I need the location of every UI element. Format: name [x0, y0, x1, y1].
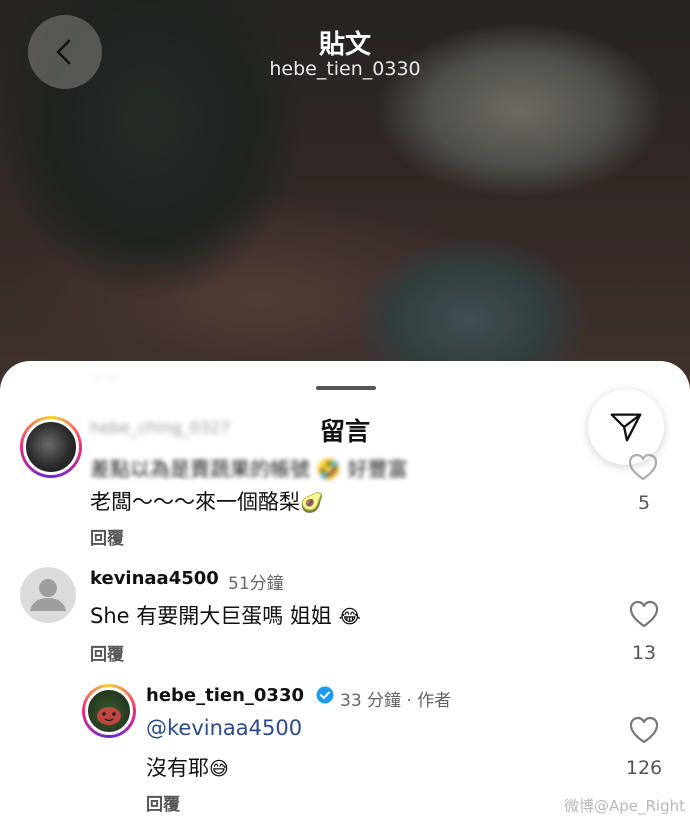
like-count: 5: [637, 492, 651, 514]
watermark: 微博@Ape_Right: [564, 797, 686, 815]
verified-badge-icon: [316, 686, 334, 704]
comment-timestamp: 51分鐘: [228, 574, 284, 594]
avatar[interactable]: [82, 684, 136, 738]
heart-icon[interactable]: [629, 716, 659, 744]
sheet-drag-handle[interactable]: [316, 386, 376, 390]
avatar-image: [85, 687, 133, 735]
avatar-image: [23, 419, 79, 475]
reply-button[interactable]: 回覆: [90, 640, 124, 665]
laughing-emoji: 😂: [338, 606, 361, 628]
comment-time: 33 分鐘: [340, 691, 402, 711]
heart-icon[interactable]: [629, 600, 659, 628]
comment-body: 沒有耶: [146, 756, 209, 780]
comment-blurred-part: 差點以為是賣蔬果的帳號: [90, 457, 310, 481]
heart-icon[interactable]: [628, 453, 658, 481]
comment-username[interactable]: hebe_ching_0327: [90, 418, 230, 437]
comment-text: 沒有耶😅: [146, 752, 229, 782]
reply-button[interactable]: 回覆: [146, 790, 180, 815]
avatar[interactable]: [20, 567, 76, 623]
comment-username[interactable]: kevinaa4500: [90, 568, 219, 589]
comment-body: 老闆～～～來一個酪梨: [90, 490, 300, 514]
reply-button[interactable]: 回覆: [90, 524, 124, 549]
comment-text: She 有要開大巨蛋嗎 姐姐 😂: [90, 600, 361, 630]
watermelon-face-icon: [97, 707, 121, 725]
blurred-previous-text: ‧‧ ‧‧: [92, 370, 118, 389]
comment-body: She 有要開大巨蛋嗎 姐姐: [90, 604, 332, 628]
page-title: 貼文: [318, 30, 371, 60]
emoji: 🤣: [316, 457, 342, 481]
comment-username[interactable]: hebe_tien_0330: [146, 685, 304, 706]
default-avatar-icon: [30, 579, 66, 611]
author-label: ‧ 作者: [406, 691, 452, 711]
avocado-emoji: 🥑: [300, 492, 324, 514]
comment-text: 老闆～～～來一個酪梨🥑: [90, 486, 324, 516]
comment-timestamp: 33 分鐘 ‧ 作者: [340, 686, 451, 711]
send-icon: [610, 413, 642, 442]
comment-blurred-tail: 好豐富: [347, 457, 408, 481]
avatar[interactable]: [20, 416, 82, 478]
like-count: 13: [631, 642, 657, 664]
like-count: 126: [625, 757, 663, 779]
comment-text-blurred: 差點以為是賣蔬果的帳號 🤣 好豐富: [90, 453, 408, 482]
post-author-username[interactable]: hebe_tien_0330: [0, 58, 690, 80]
sweat-smile-emoji: 😅: [209, 758, 229, 780]
mention-link[interactable]: @kevinaa4500: [146, 716, 302, 740]
